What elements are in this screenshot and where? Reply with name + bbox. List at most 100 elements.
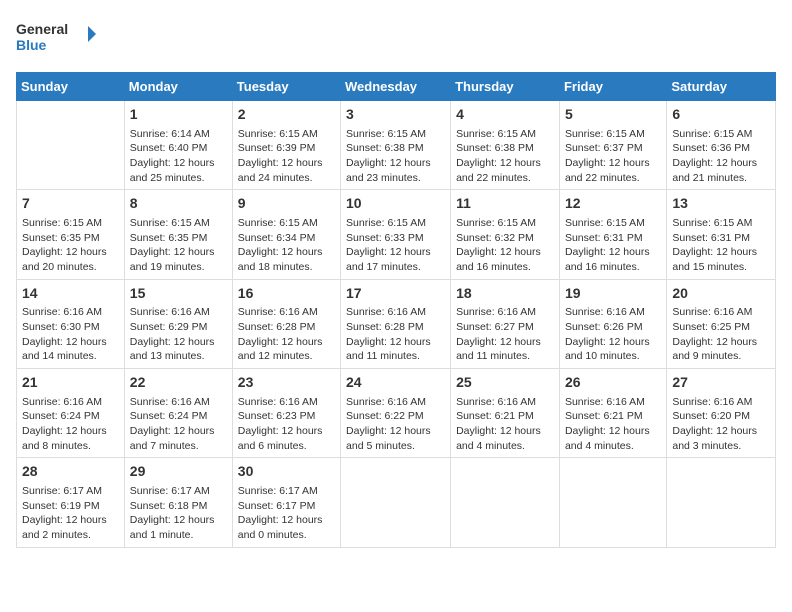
day-number: 4 [456,105,554,125]
day-info-line: Daylight: 12 hours [238,513,335,528]
day-info-line: Sunset: 6:38 PM [346,141,445,156]
day-info-line: Sunset: 6:28 PM [238,320,335,335]
day-info-line: Sunrise: 6:16 AM [130,305,227,320]
day-info-line: Sunrise: 6:17 AM [238,484,335,499]
day-info-line: Daylight: 12 hours [456,335,554,350]
day-info-line: and 10 minutes. [565,349,661,364]
day-info-line: Daylight: 12 hours [672,156,770,171]
day-info-line: Daylight: 12 hours [238,156,335,171]
calendar-cell: 27Sunrise: 6:16 AMSunset: 6:20 PMDayligh… [667,369,776,458]
calendar-cell: 7Sunrise: 6:15 AMSunset: 6:35 PMDaylight… [17,190,125,279]
calendar-cell: 24Sunrise: 6:16 AMSunset: 6:22 PMDayligh… [341,369,451,458]
day-info-line: and 19 minutes. [130,260,227,275]
week-row-5: 28Sunrise: 6:17 AMSunset: 6:19 PMDayligh… [17,458,776,547]
day-info-line: and 13 minutes. [130,349,227,364]
calendar-cell: 25Sunrise: 6:16 AMSunset: 6:21 PMDayligh… [451,369,560,458]
day-info-line: Sunset: 6:35 PM [130,231,227,246]
calendar-cell: 21Sunrise: 6:16 AMSunset: 6:24 PMDayligh… [17,369,125,458]
day-number: 24 [346,373,445,393]
day-info-line: Sunset: 6:37 PM [565,141,661,156]
day-info-line: and 8 minutes. [22,439,119,454]
day-number: 19 [565,284,661,304]
day-info-line: and 3 minutes. [672,439,770,454]
day-number: 16 [238,284,335,304]
calendar-cell: 22Sunrise: 6:16 AMSunset: 6:24 PMDayligh… [124,369,232,458]
day-number: 1 [130,105,227,125]
day-info-line: Sunrise: 6:17 AM [130,484,227,499]
logo-svg: General Blue [16,16,96,60]
day-number: 21 [22,373,119,393]
day-number: 9 [238,194,335,214]
day-info-line: and 12 minutes. [238,349,335,364]
calendar-cell: 29Sunrise: 6:17 AMSunset: 6:18 PMDayligh… [124,458,232,547]
calendar-cell: 10Sunrise: 6:15 AMSunset: 6:33 PMDayligh… [341,190,451,279]
day-info-line: Sunset: 6:34 PM [238,231,335,246]
day-info-line: and 0 minutes. [238,528,335,543]
day-info-line: Daylight: 12 hours [672,245,770,260]
day-info-line: Sunset: 6:29 PM [130,320,227,335]
day-number: 27 [672,373,770,393]
day-info-line: and 22 minutes. [565,171,661,186]
day-number: 20 [672,284,770,304]
day-info-line: and 22 minutes. [456,171,554,186]
calendar-cell: 2Sunrise: 6:15 AMSunset: 6:39 PMDaylight… [232,101,340,190]
day-info-line: Sunrise: 6:16 AM [456,305,554,320]
calendar-cell: 30 Sunrise: 6:17 AMSunset: 6:17 PMDayligh… [232,458,340,547]
day-info-line: and 6 minutes. [238,439,335,454]
day-info-line: Sunrise: 6:15 AM [456,127,554,142]
day-info-line: and 25 minutes. [130,171,227,186]
day-info-line: and 24 minutes. [238,171,335,186]
day-info-line: Sunset: 6:28 PM [346,320,445,335]
day-info-line: Sunset: 6:35 PM [22,231,119,246]
day-info-line: and 2 minutes. [22,528,119,543]
header-thursday: Thursday [451,73,560,101]
day-info-line: Daylight: 12 hours [130,513,227,528]
calendar-cell: 3Sunrise: 6:15 AMSunset: 6:38 PMDaylight… [341,101,451,190]
day-info-line: and 9 minutes. [672,349,770,364]
day-info-line: and 1 minute. [130,528,227,543]
day-number: 17 [346,284,445,304]
day-number: 15 [130,284,227,304]
day-info-line: Sunset: 6:40 PM [130,141,227,156]
day-info-line: Sunrise: 6:16 AM [22,305,119,320]
calendar-cell: 1Sunrise: 6:14 AMSunset: 6:40 PMDaylight… [124,101,232,190]
day-info-line: Daylight: 12 hours [346,335,445,350]
day-info-line: Sunset: 6:30 PM [22,320,119,335]
header-friday: Friday [559,73,666,101]
day-number: 12 [565,194,661,214]
day-info-line: Daylight: 12 hours [565,335,661,350]
day-number: 13 [672,194,770,214]
day-info-line: Daylight: 12 hours [565,245,661,260]
day-info-line: Sunrise: 6:16 AM [672,395,770,410]
week-row-4: 21Sunrise: 6:16 AMSunset: 6:24 PMDayligh… [17,369,776,458]
day-info-line: Sunset: 6:27 PM [456,320,554,335]
calendar-cell [451,458,560,547]
day-info-line: Daylight: 12 hours [456,245,554,260]
day-info-line: and 17 minutes. [346,260,445,275]
header-sunday: Sunday [17,73,125,101]
day-info-line: and 21 minutes. [672,171,770,186]
day-info-line: Sunset: 6:31 PM [565,231,661,246]
day-info-line: Daylight: 12 hours [346,156,445,171]
day-info-line: Sunset: 6:23 PM [238,409,335,424]
day-info-line: Sunset: 6:20 PM [672,409,770,424]
day-info-line: Sunrise: 6:15 AM [672,127,770,142]
day-info-line: and 14 minutes. [22,349,119,364]
day-number: 18 [456,284,554,304]
day-info-line: and 23 minutes. [346,171,445,186]
day-info-line: Sunset: 6:17 PM [238,499,335,514]
day-number: 25 [456,373,554,393]
day-info-line: and 11 minutes. [346,349,445,364]
day-info-line: Sunrise: 6:14 AM [130,127,227,142]
day-info-line: and 7 minutes. [130,439,227,454]
calendar-cell: 28Sunrise: 6:17 AMSunset: 6:19 PMDayligh… [17,458,125,547]
day-number: 5 [565,105,661,125]
day-info-line: Sunset: 6:26 PM [565,320,661,335]
logo: General Blue [16,16,96,60]
day-info-line: and 16 minutes. [456,260,554,275]
day-info-line: Sunrise: 6:15 AM [565,127,661,142]
day-info-line: Daylight: 12 hours [346,245,445,260]
day-info-line: Sunrise: 6:16 AM [346,395,445,410]
day-number: 30 [238,462,335,482]
calendar-cell [559,458,666,547]
